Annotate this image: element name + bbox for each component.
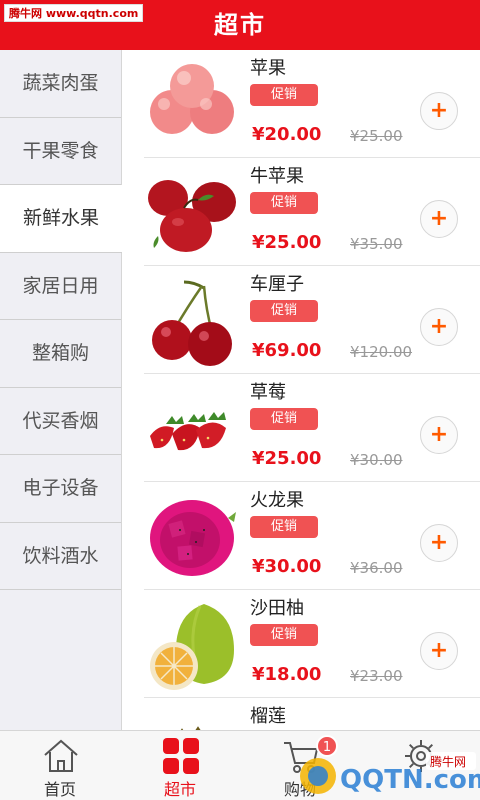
sidebar-item-fruits[interactable]: 新鲜水果 (0, 185, 122, 253)
promo-badge: 促销 (250, 300, 318, 322)
tab-label: 首页 (43, 780, 76, 799)
home-icon (44, 739, 78, 772)
cherry-image (152, 280, 232, 366)
watermark-logo: QQTN.com 腾牛网 (296, 748, 480, 800)
promo-badge: 促销 (250, 516, 318, 538)
watermark-top-left: 腾牛网 www.qqtn.com (4, 4, 144, 22)
tab-supermarket[interactable]: 超市 (120, 731, 240, 800)
durian-image (180, 726, 201, 730)
tab-label: 超市 (163, 780, 196, 799)
add-to-cart-button[interactable]: + (420, 632, 458, 670)
product-name: 草莓 (250, 382, 286, 403)
apple-image (150, 64, 234, 134)
sidebar-item-electronics[interactable]: 电子设备 (0, 455, 121, 523)
sidebar-item-vegetables[interactable]: 蔬菜肉蛋 (0, 50, 121, 118)
red-apple-image (148, 180, 236, 252)
product-item[interactable]: 牛苹果 促销 ¥25.00 ¥35.00 + (144, 158, 480, 266)
sidebar-item-household[interactable]: 家居日用 (0, 252, 121, 320)
original-price: ¥120.00 (350, 343, 413, 361)
promo-badge: 促销 (250, 192, 318, 214)
add-to-cart-button[interactable]: + (420, 308, 458, 346)
tab-home[interactable]: 首页 (0, 731, 120, 800)
product-name: 榴莲 (250, 706, 286, 727)
promo-badge: 促销 (250, 84, 318, 106)
original-price: ¥35.00 (350, 235, 403, 253)
plus-icon: + (429, 638, 449, 663)
category-sidebar: 蔬菜肉蛋 干果零食 新鲜水果 家居日用 整箱购 代买香烟 电子设备 饮料酒水 (0, 50, 122, 730)
watermark-sub: 腾牛网 (430, 754, 466, 769)
product-price: ¥18.00 (252, 664, 322, 685)
product-name: 牛苹果 (250, 166, 304, 187)
product-name: 苹果 (250, 58, 286, 79)
product-list: 苹果 促销 ¥20.00 ¥25.00 + 牛苹果 促销 ¥25.00 ¥35.… (122, 50, 480, 730)
product-name: 火龙果 (250, 490, 304, 511)
plus-icon: + (429, 530, 449, 555)
sidebar-item-snacks[interactable]: 干果零食 (0, 117, 121, 185)
plus-icon: + (429, 314, 449, 339)
pomelo-image (150, 604, 234, 690)
sidebar-item-cigarettes[interactable]: 代买香烟 (0, 387, 121, 455)
promo-badge: 促销 (250, 408, 318, 430)
product-item[interactable]: 车厘子 促销 ¥69.00 ¥120.00 + (144, 266, 480, 374)
plus-icon: + (429, 98, 449, 123)
sidebar-item-bulk[interactable]: 整箱购 (0, 320, 121, 388)
product-item[interactable]: 沙田柚 促销 ¥18.00 ¥23.00 + (144, 590, 480, 698)
product-price: ¥25.00 (252, 448, 322, 469)
product-item[interactable]: 草莓 促销 ¥25.00 ¥30.00 + (144, 374, 480, 482)
grid-icon (163, 738, 199, 774)
promo-badge: 促销 (250, 624, 318, 646)
app-root: 超市 腾牛网 www.qqtn.com 蔬菜肉蛋 干果零食 新鲜水果 家居日用 … (0, 0, 480, 800)
strawberry-image (150, 412, 226, 451)
product-price: ¥25.00 (252, 232, 322, 253)
add-to-cart-button[interactable]: + (420, 524, 458, 562)
dragon-fruit-image (150, 500, 236, 576)
plus-icon: + (429, 422, 449, 447)
product-price: ¥20.00 (252, 124, 322, 145)
product-name: 车厘子 (250, 274, 304, 295)
sidebar-item-drinks[interactable]: 饮料酒水 (0, 522, 121, 590)
watermark-graphic: QQTN.com 腾牛网 (300, 752, 480, 795)
original-price: ¥25.00 (350, 127, 403, 145)
plus-icon: + (429, 206, 449, 231)
original-price: ¥30.00 (350, 451, 403, 469)
add-to-cart-button[interactable]: + (420, 200, 458, 238)
product-item[interactable]: 火龙果 促销 ¥30.00 ¥36.00 + (144, 482, 480, 590)
product-price: ¥30.00 (252, 556, 322, 577)
product-price: ¥69.00 (252, 340, 322, 361)
original-price: ¥36.00 (350, 559, 403, 577)
original-price: ¥23.00 (350, 667, 403, 685)
add-to-cart-button[interactable]: + (420, 92, 458, 130)
product-item[interactable]: 榴莲 (144, 698, 480, 730)
add-to-cart-button[interactable]: + (420, 416, 458, 454)
product-name: 沙田柚 (250, 598, 304, 619)
product-item[interactable]: 苹果 促销 ¥20.00 ¥25.00 + (144, 50, 480, 158)
